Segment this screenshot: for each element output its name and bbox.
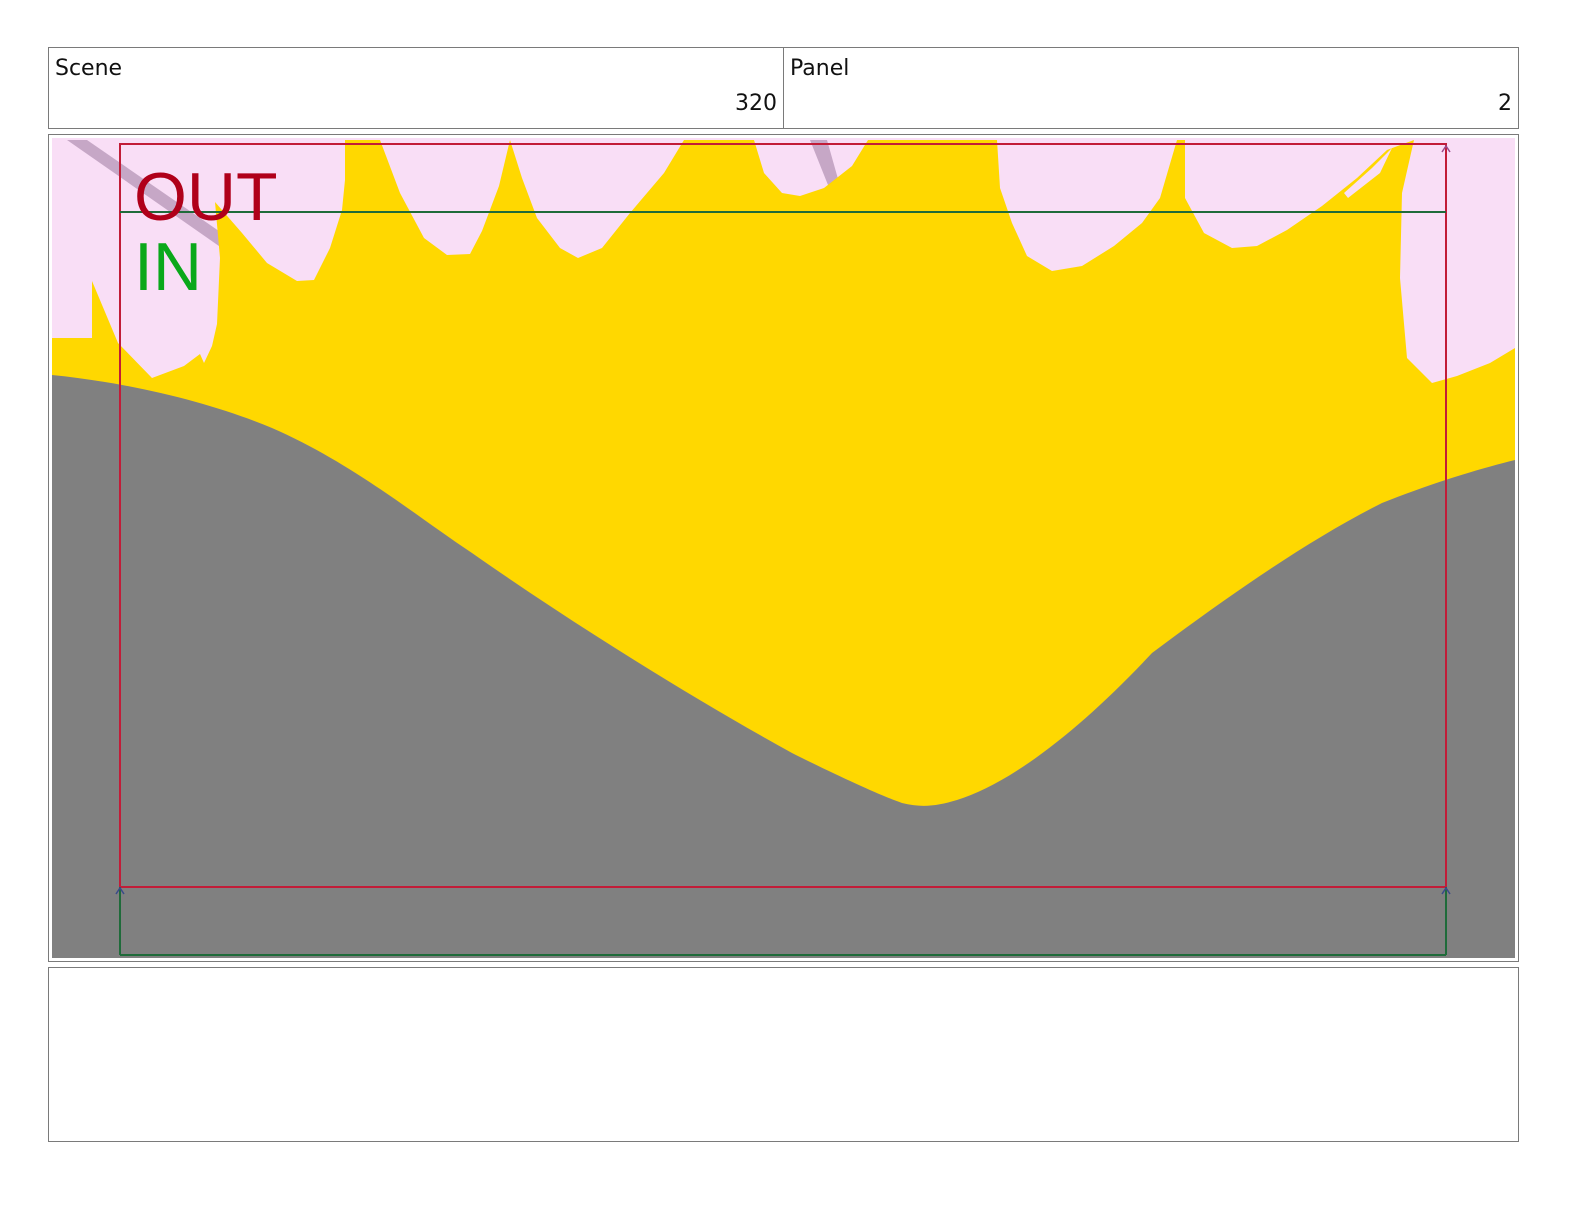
scene-label: Scene <box>55 56 123 81</box>
scene-number: 320 <box>735 91 777 116</box>
panel-label: Panel <box>790 56 850 81</box>
storyboard-frame: OUT IN <box>48 134 1519 962</box>
panel-number: 2 <box>1498 91 1512 116</box>
in-marker-label: IN <box>134 229 202 305</box>
panel-cell: Panel 2 <box>784 48 1518 128</box>
panel-header: Scene 320 Panel 2 <box>48 47 1519 129</box>
scene-cell: Scene 320 <box>49 48 784 128</box>
panel-artwork <box>52 138 1515 958</box>
out-marker-label: OUT <box>134 159 278 235</box>
action-notes-box[interactable] <box>48 967 1519 1142</box>
